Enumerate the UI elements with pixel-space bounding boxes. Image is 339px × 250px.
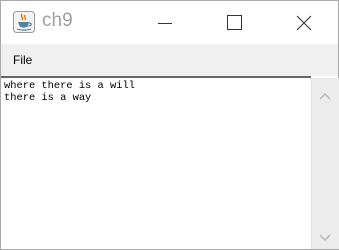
application-window: ch9 File where there is a will there is … [0,0,339,250]
text-line: there is a way [4,92,92,104]
minimize-button[interactable] [143,1,187,44]
text-area[interactable]: where there is a will there is a way [1,76,311,249]
text-line: where there is a will [4,80,135,92]
menu-file[interactable]: File [11,53,34,67]
scroll-down-arrow-icon[interactable] [318,230,332,242]
java-coffee-cup-icon[interactable] [13,11,35,33]
close-icon [296,15,312,31]
maximize-button[interactable] [212,1,256,44]
minimize-icon [158,23,172,24]
menu-bar: File [1,44,338,76]
vertical-scrollbar[interactable] [311,78,339,249]
close-button[interactable] [282,1,326,44]
scroll-up-arrow-icon[interactable] [318,88,332,100]
title-bar[interactable]: ch9 [1,1,338,44]
window-title: ch9 [42,10,73,31]
maximize-icon [227,15,242,30]
